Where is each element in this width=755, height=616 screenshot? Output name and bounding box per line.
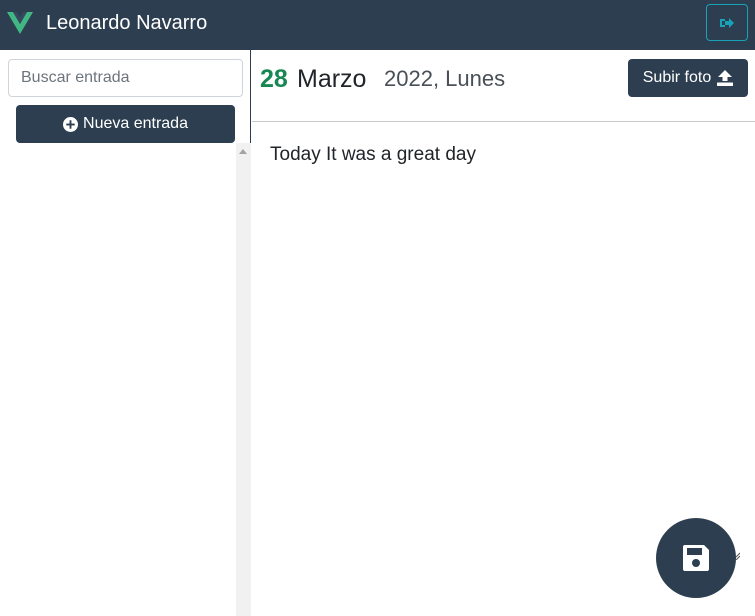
- header-divider: [252, 121, 755, 122]
- new-entry-button[interactable]: Nueva entrada: [16, 105, 235, 143]
- plus-circle-icon: [63, 116, 79, 132]
- entry-textarea[interactable]: Today It was a great day: [270, 143, 740, 167]
- user-name: Leonardo Navarro: [46, 12, 208, 34]
- entry-day: 28: [260, 65, 288, 93]
- entry-list-scrollbar[interactable]: [236, 143, 251, 616]
- upload-photo-label: Subir foto: [642, 69, 712, 86]
- logout-button[interactable]: [706, 4, 748, 41]
- save-button[interactable]: [656, 518, 736, 598]
- entry-year-weekday: 2022, Lunes: [384, 66, 506, 91]
- entry-month: Marzo: [297, 65, 367, 93]
- sidebar: Nueva entrada: [0, 50, 251, 616]
- upload-icon: [717, 70, 734, 86]
- navbar: Leonardo Navarro: [0, 0, 755, 50]
- upload-photo-button[interactable]: Subir foto: [628, 59, 748, 97]
- save-icon: [683, 545, 709, 571]
- vue-logo-icon: [7, 12, 33, 34]
- scroll-up-arrow-icon[interactable]: [239, 149, 247, 154]
- sign-out-icon: [720, 17, 734, 28]
- search-input[interactable]: [8, 59, 243, 97]
- new-entry-label: Nueva entrada: [83, 115, 188, 132]
